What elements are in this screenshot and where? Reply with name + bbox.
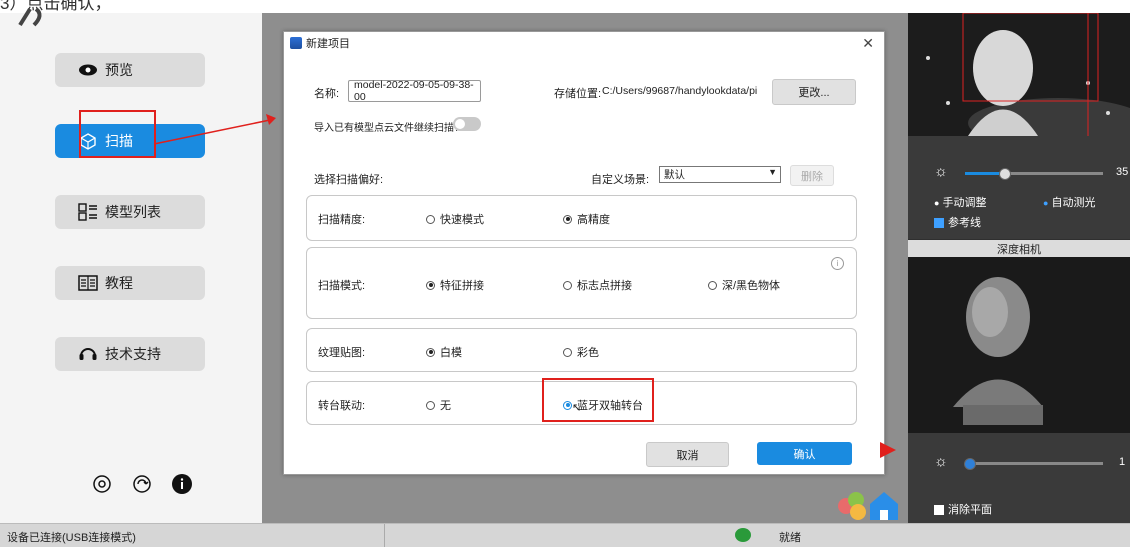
depth-camera-view xyxy=(908,257,1130,433)
scan-mode-group: 扫描模式: 特征拼接 标志点拼接 深/黑色物体 i xyxy=(306,247,857,319)
depth-camera-header: 深度相机 xyxy=(908,240,1130,257)
auto-exposure-radio[interactable]: ● 自动测光 xyxy=(1043,194,1096,210)
sidebar-item-label: 扫描 xyxy=(105,133,133,149)
brightness-icon: ☼ xyxy=(934,163,948,180)
info-icon[interactable] xyxy=(172,474,192,494)
connection-status: 设备已连接(USB连接模式) xyxy=(7,532,136,544)
mode-dark-object-radio[interactable]: 深/黑色物体 xyxy=(708,277,780,293)
checkbox-checked-icon xyxy=(934,218,944,229)
sidebar-item-preview[interactable]: 预览 xyxy=(55,53,205,87)
import-toggle[interactable] xyxy=(453,117,481,131)
precision-label: 扫描精度: xyxy=(318,214,366,226)
sidebar-item-label: 预览 xyxy=(105,62,133,78)
texture-label: 纹理贴图: xyxy=(318,347,366,359)
mode-marker-radio[interactable]: 标志点拼接 xyxy=(563,277,632,293)
delete-scene-button[interactable]: 删除 xyxy=(790,165,834,186)
precision-fast-radio[interactable]: 快速模式 xyxy=(426,211,484,227)
texture-group: 纹理贴图: 白模 彩色 xyxy=(306,328,857,372)
camera-panel: ☼ 35 ● 手动调整 ● 自动测光 参考线 深度相机 ☼ 1 消除平面 xyxy=(838,13,1130,523)
reference-line-checkbox[interactable]: 参考线 xyxy=(934,214,981,230)
texture-color-radio[interactable]: 彩色 xyxy=(563,344,599,360)
precision-group: 扫描精度: 快速模式 高精度 xyxy=(306,195,857,241)
import-label: 导入已有模型点云文件继续扫描? xyxy=(314,123,460,134)
chevron-down-icon: ▼ xyxy=(768,167,777,177)
sidebar-item-tutorial[interactable]: 教程 xyxy=(55,266,205,300)
manual-adjust-radio[interactable]: ● 手动调整 xyxy=(934,194,987,210)
settings-icon[interactable] xyxy=(92,474,112,494)
texture-white-radio[interactable]: 白模 xyxy=(426,344,462,360)
brightness-value: 35 xyxy=(1116,166,1129,178)
sidebar-item-label: 模型列表 xyxy=(105,204,161,220)
turntable-group: 转台联动: 无 蓝牙双轴转台 ↖ xyxy=(306,381,857,425)
depth-slider-knob[interactable] xyxy=(964,458,976,470)
sidebar-item-model-list[interactable]: 模型列表 xyxy=(55,195,205,229)
sidebar: 预览 扫描 模型列表 教程 技术支持 xyxy=(0,7,262,523)
precision-high-radio[interactable]: 高精度 xyxy=(563,211,610,227)
model-list-icon xyxy=(77,203,99,221)
info-icon[interactable]: i xyxy=(831,257,844,270)
sidebar-item-label: 教程 xyxy=(105,275,133,291)
depth-slider-track[interactable] xyxy=(965,462,1103,465)
ready-status: 就绪 xyxy=(779,532,801,544)
close-icon[interactable]: ✕ xyxy=(862,35,874,52)
scan-preference-label: 选择扫描偏好: xyxy=(314,174,384,186)
scene-select[interactable]: 默认 ▼ xyxy=(659,166,781,183)
eye-icon xyxy=(77,61,99,79)
dialog-title: 新建项目 xyxy=(306,38,350,50)
cancel-button[interactable]: 取消 xyxy=(646,442,729,467)
headset-icon xyxy=(77,345,99,363)
annotation-arrow xyxy=(880,442,896,458)
sidebar-item-label: 技术支持 xyxy=(105,346,161,362)
scan-mode-label: 扫描模式: xyxy=(318,280,366,292)
storage-path: C:/Users/99687/handylookdata/pi xyxy=(602,85,758,97)
status-bar: 设备已连接(USB连接模式) 就绪 xyxy=(0,523,1130,547)
turntable-none-radio[interactable]: 无 xyxy=(426,397,451,413)
mouse-cursor-icon: ↖ xyxy=(572,402,582,414)
storage-label: 存储位置: xyxy=(554,88,602,100)
checkbox-icon xyxy=(934,505,944,516)
home-icon[interactable] xyxy=(836,486,906,522)
depth-brightness-icon: ☼ xyxy=(934,453,948,470)
annotation-arrow xyxy=(153,114,276,145)
new-project-dialog: 新建项目 ✕ 名称: model-2022-09-05-09-38-00 存储位… xyxy=(283,31,885,475)
book-icon xyxy=(77,274,99,292)
dialog-titlebar: 新建项目 xyxy=(284,32,884,54)
mode-feature-radio[interactable]: 特征拼接 xyxy=(426,277,484,293)
remove-plane-checkbox[interactable]: 消除平面 xyxy=(934,501,992,517)
sidebar-item-support[interactable]: 技术支持 xyxy=(55,337,205,371)
confirm-button[interactable]: 确认 xyxy=(757,442,852,465)
depth-value: 1 xyxy=(1119,456,1126,468)
color-camera-view xyxy=(908,13,1130,136)
scan-cube-icon xyxy=(77,132,99,150)
name-input[interactable]: model-2022-09-05-09-38-00 xyxy=(348,79,481,103)
change-location-button[interactable]: 更改... xyxy=(772,79,856,105)
name-label: 名称: xyxy=(314,88,340,100)
custom-scene-label: 自定义场景: xyxy=(591,174,650,186)
brightness-slider-knob[interactable] xyxy=(999,168,1011,180)
scene-select-value: 默认 xyxy=(664,169,685,181)
app-logo-icon xyxy=(18,5,48,27)
status-ok-icon xyxy=(735,528,751,542)
sync-icon[interactable] xyxy=(132,474,152,494)
turntable-label: 转台联动: xyxy=(318,400,366,412)
app-icon xyxy=(290,37,302,49)
